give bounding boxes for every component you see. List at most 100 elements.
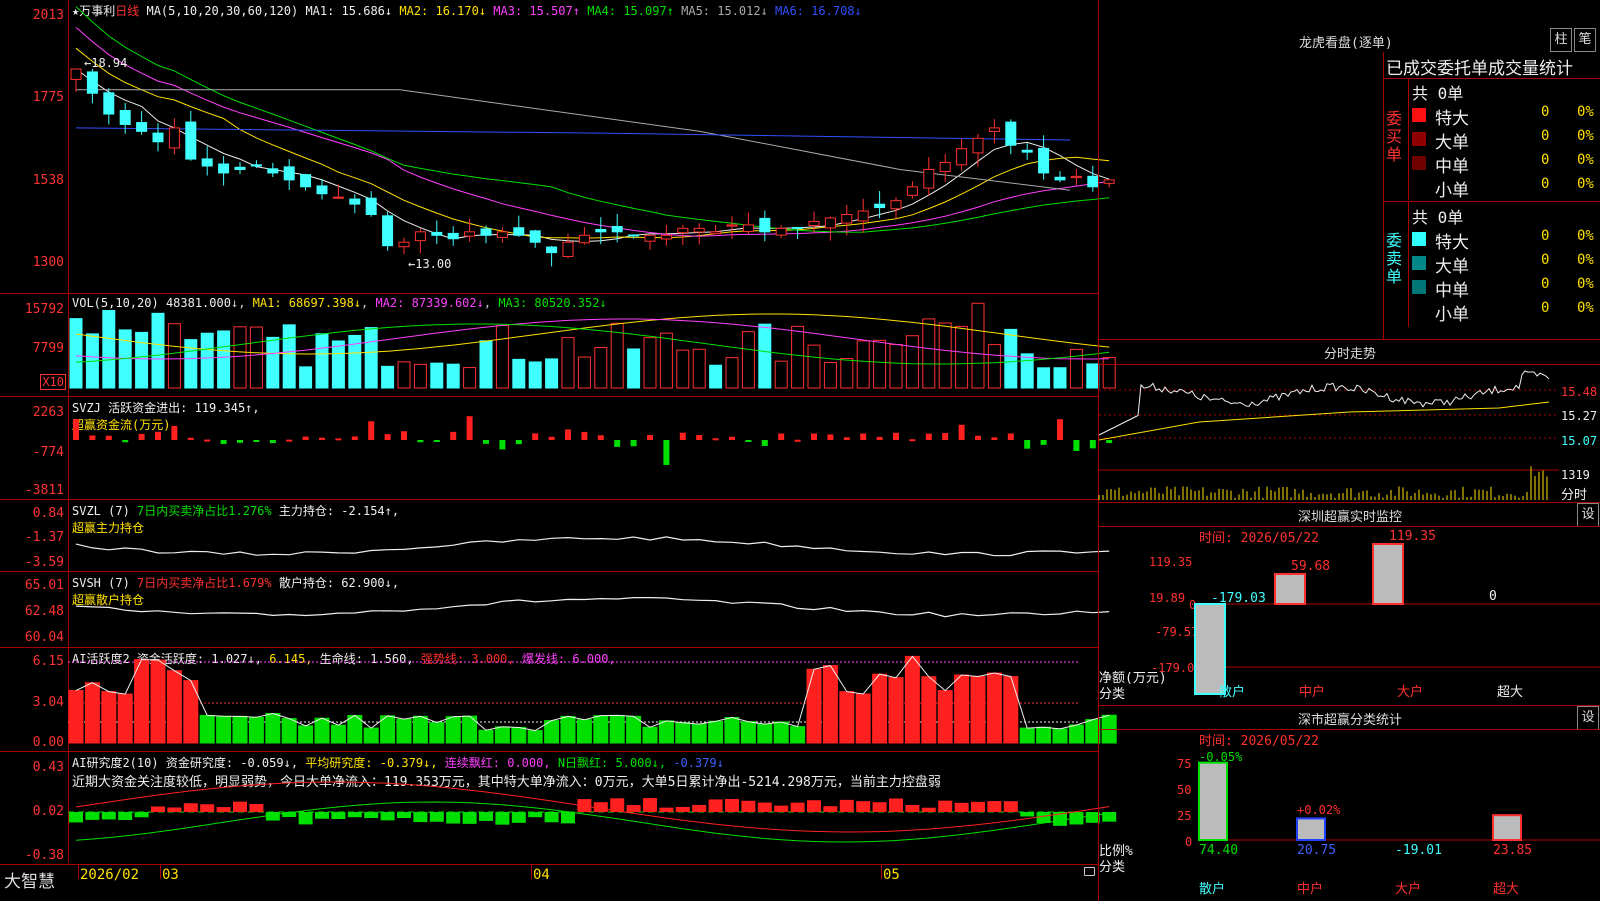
ai-active-panel[interactable]: 6.15 3.04 0.00 AI活跃度2 资金活跃度: 1.027↓, 6.1… [0, 648, 1117, 752]
activity-bar [281, 718, 297, 744]
activity-bar [954, 674, 970, 744]
bar-mode-button[interactable]: 柱 [1550, 28, 1572, 52]
intraday-panel[interactable]: 分时走势 15.48 15.27 15.07 1319 分时 [1098, 339, 1600, 503]
research-bar [823, 806, 838, 812]
main-holding-line [75, 536, 1110, 557]
candle-body [1005, 121, 1017, 146]
fund-flow-bar [843, 437, 850, 440]
candle-body [201, 158, 213, 167]
candle-body [1038, 147, 1050, 174]
research-bar [1020, 812, 1035, 817]
candle-body [218, 163, 230, 174]
research-bar [954, 802, 969, 812]
volume-bar [200, 332, 214, 389]
fund-flow-bar [368, 421, 375, 440]
activity-bar [740, 721, 756, 744]
buy-row-name: 特大 [1435, 109, 1469, 129]
pen-mode-button[interactable]: 笔 [1574, 28, 1596, 52]
candle-body [775, 227, 787, 236]
research-bar [741, 800, 756, 812]
volume-bar [135, 331, 149, 389]
activity-bar [429, 722, 445, 744]
fund-flow-bar [1073, 440, 1080, 451]
research-bar [774, 805, 789, 812]
activity-bar [773, 721, 789, 744]
classify-category-label: 大户 [1395, 881, 1421, 897]
svzl-panel[interactable]: 0.84 -1.37 -3.59 SVZL (7) 7日内买卖净占比1.276%… [0, 500, 1110, 572]
monitor-value-label: 119.35 [1389, 529, 1436, 544]
date-tick [160, 865, 161, 879]
candle-body [759, 217, 771, 233]
intraday-vol-unit: 分时 [1561, 488, 1588, 503]
activity-bar [970, 675, 986, 744]
candle-body [906, 186, 918, 196]
activity-bar [511, 726, 527, 744]
sell-row-count: 0 [1541, 300, 1550, 316]
activity-bar [248, 716, 264, 744]
vol-ma-line [75, 313, 1110, 355]
candle-body [808, 220, 820, 227]
activity-bar [790, 726, 806, 744]
activity-bar [445, 716, 461, 744]
volume-bar [594, 346, 608, 389]
intraday-price: 15.27 [1561, 409, 1598, 423]
svzj-panel[interactable]: 2263 -774 -3811 SVZJ 活跃资金进出: 119.345↑, 超… [0, 397, 1113, 500]
fund-flow-bar [253, 440, 260, 442]
candle-body [168, 127, 180, 149]
monitor-value-label: 59.68 [1291, 559, 1330, 574]
fund-flow-bar [269, 440, 276, 444]
candle-body [923, 168, 935, 189]
intraday-vol-label: 1319 [1561, 468, 1590, 482]
volume-bar [905, 335, 919, 389]
fund-flow-bar [515, 440, 522, 445]
candle-body [1021, 149, 1033, 153]
activity-bar [68, 690, 84, 744]
candle-body [874, 203, 886, 209]
classify-category-label: 散户 [1199, 881, 1225, 897]
sell-row-count: 0 [1541, 276, 1550, 292]
candle-body [1087, 175, 1099, 188]
fund-flow-bar [483, 440, 489, 444]
activity-bar [1068, 724, 1084, 744]
volume-bar [922, 318, 936, 389]
research-bar [315, 812, 329, 819]
volume-bar [249, 326, 263, 389]
volume-panel[interactable]: 15792 7799 X10 VOL(5,10,20) 48381.000↓, … [0, 294, 1116, 397]
ai-active-chart [68, 655, 1117, 744]
activity-bar [839, 691, 855, 744]
sell-row-swatch [1412, 280, 1426, 294]
candle-body [988, 127, 1000, 132]
volume-bar [955, 325, 969, 389]
volume-bar [184, 339, 198, 389]
fund-flow-bar [351, 436, 358, 440]
candle-body [103, 92, 115, 115]
lock-icon[interactable] [1084, 867, 1095, 876]
research-bar [200, 804, 215, 812]
sell-row-count: 0 [1541, 228, 1550, 244]
monitor-category-label: 中户 [1299, 684, 1325, 700]
fund-flow-bar [532, 433, 539, 440]
fund-flow-bar [73, 419, 79, 440]
buy-row-count: 0 [1541, 176, 1550, 192]
fund-flow-bar [187, 437, 194, 440]
kline-panel[interactable]: 2013 1775 1538 1300 ★万事利日线 MA(5,10,20,30… [0, 0, 1115, 294]
buy-row-name: 中单 [1435, 157, 1469, 177]
classify-change-label: +0.02% [1297, 803, 1341, 817]
volume-bar [627, 348, 641, 389]
volume-bar [463, 367, 477, 389]
research-line-red [75, 781, 1110, 833]
candle-body [628, 234, 640, 237]
classify-value-label: -19.01 [1395, 843, 1442, 858]
buy-row-swatch [1412, 180, 1426, 194]
volume-bar [643, 337, 657, 389]
classify-change-label: -0.05% [1199, 750, 1243, 764]
svsh-panel[interactable]: 65.01 62.48 60.04 SVSH (7) 7日内买卖净占比1.679… [0, 572, 1110, 648]
ai-research-panel[interactable]: 0.43 0.02 -0.38 AI研究度2(10) 资金研究度: -0.059… [0, 752, 1117, 863]
research-bar [413, 812, 428, 823]
volume-bar [692, 348, 706, 389]
candle-body [644, 234, 656, 242]
research-bar [347, 812, 362, 818]
research-bar [921, 807, 936, 812]
high-price-label: ←18.94 [84, 56, 128, 70]
buy-row-pct: 0% [1577, 104, 1594, 120]
